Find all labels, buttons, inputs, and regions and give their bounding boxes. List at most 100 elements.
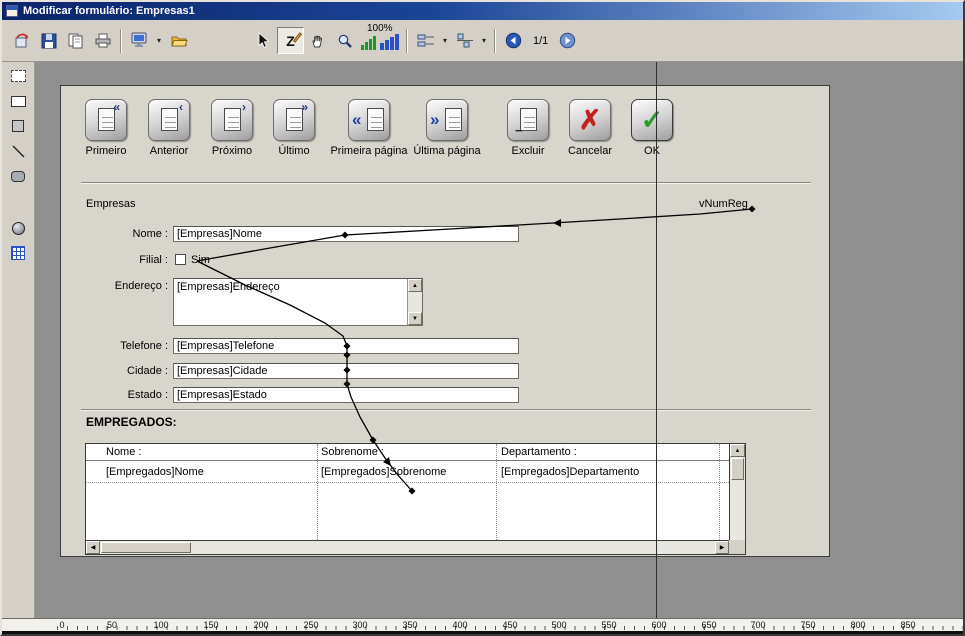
form-page[interactable]: « Primeiro ‹ Anterior › Próximo » Último…	[60, 85, 830, 557]
magnifier-icon	[337, 33, 353, 49]
distribute-objects-button[interactable]	[451, 27, 478, 54]
empregados-subform-table[interactable]: Nome : Sobrenome : Departamento : [Empre…	[85, 443, 746, 555]
zoom-bars-blue-icon[interactable]	[380, 34, 399, 50]
scroll-down-icon[interactable]: ▼	[408, 312, 422, 325]
print-preview-icon	[67, 32, 85, 49]
form-nav-button-proximo[interactable]: › Próximo	[202, 99, 262, 157]
column-separator	[719, 444, 720, 540]
field-label-endereco: Endereço :	[68, 278, 168, 294]
scroll-left-icon[interactable]: ◀	[86, 541, 100, 554]
horizontal-ruler[interactable]: 0 50 100 150 200 250 300 350 400 450 500…	[0, 618, 965, 631]
ruler-number: 750	[788, 620, 828, 630]
field-label-estado: Estado :	[68, 387, 168, 403]
ellipse-tool[interactable]	[6, 217, 30, 239]
open-button[interactable]	[165, 27, 192, 54]
distribute-objects-icon	[456, 33, 474, 48]
cell-empregados-departamento[interactable]: [Empregados]Departamento	[501, 466, 639, 478]
ruler-number: 700	[738, 620, 778, 630]
ellipse-icon	[12, 222, 25, 235]
previous-page-button[interactable]	[500, 27, 527, 54]
titlebar[interactable]: Modificar formulário: Empresas1	[2, 2, 963, 20]
ruler-number: 450	[490, 620, 530, 630]
window-title: Modificar formulário: Empresas1	[23, 5, 195, 17]
ruler-number: 0	[42, 620, 82, 630]
z-order-tool-button[interactable]: Z	[277, 27, 304, 54]
field-input-telefone[interactable]: [Empresas]Telefone	[173, 338, 519, 354]
line-icon	[11, 144, 26, 159]
design-canvas[interactable]: « Primeiro ‹ Anterior › Próximo » Último…	[35, 62, 965, 618]
align-objects-button[interactable]	[412, 27, 439, 54]
ruler-number: 400	[440, 620, 480, 630]
subform-title: EMPREGADOS:	[86, 415, 177, 429]
scroll-right-icon[interactable]: ▶	[715, 541, 729, 554]
square-tool[interactable]	[6, 115, 30, 137]
rectangle-tool[interactable]	[6, 90, 30, 112]
save-button[interactable]	[35, 27, 62, 54]
align-objects-dropdown[interactable]: ▾	[439, 27, 451, 54]
field-input-nome[interactable]: [Empresas]Nome	[173, 226, 519, 242]
hand-tool-button[interactable]	[304, 27, 331, 54]
open-folder-icon	[170, 33, 188, 49]
distribute-objects-dropdown[interactable]: ▾	[478, 27, 490, 54]
grid-tool[interactable]	[6, 242, 30, 264]
first-page-icon: «	[348, 99, 390, 141]
form-nav-button-cancelar[interactable]: ✗ Cancelar	[560, 99, 620, 157]
display-mode-button[interactable]	[126, 27, 153, 54]
toolbar-gap	[192, 40, 250, 41]
form-nav-button-excluir[interactable]: − Excluir	[498, 99, 558, 157]
table-horizontal-scrollbar[interactable]: ◀ ▶	[86, 540, 729, 554]
form-nav-button-ultimo[interactable]: » Último	[264, 99, 324, 157]
cell-empregados-sobrenome[interactable]: [Empregados]Sobrenome	[321, 466, 446, 478]
table-vertical-scrollbar[interactable]: ▲ ▼	[729, 444, 745, 554]
separator-line	[81, 409, 811, 411]
revert-button[interactable]	[8, 27, 35, 54]
textarea-scrollbar[interactable]: ▲ ▼	[407, 279, 422, 325]
section-label-empresas: Empresas	[86, 198, 136, 210]
field-textarea-endereco[interactable]: [Empresas]Endereço ▲ ▼	[173, 278, 423, 326]
cell-empregados-nome[interactable]: [Empregados]Nome	[106, 466, 204, 478]
hscroll-thumb[interactable]	[101, 542, 191, 553]
form-nav-button-primeiro[interactable]: « Primeiro	[76, 99, 136, 157]
field-label-telefone: Telefone :	[68, 338, 168, 354]
column-separator	[317, 444, 318, 540]
filial-checkbox[interactable]	[175, 254, 186, 265]
toolbar-separator	[120, 29, 122, 53]
ruler-number: 300	[340, 620, 380, 630]
form-nav-button-anterior[interactable]: ‹ Anterior	[139, 99, 199, 157]
pointer-icon	[256, 32, 271, 49]
page-boundary-guide[interactable]	[656, 62, 657, 618]
scroll-up-icon[interactable]: ▲	[730, 444, 745, 457]
next-page-button[interactable]	[554, 27, 581, 54]
text-area-icon	[11, 70, 26, 82]
scrollbar-corner	[729, 540, 745, 554]
vscroll-thumb[interactable]	[731, 458, 744, 480]
previous-page-icon	[505, 32, 522, 49]
column-header-nome[interactable]: Nome :	[106, 446, 141, 458]
line-tool[interactable]	[6, 140, 30, 162]
grid-icon	[11, 246, 25, 260]
form-nav-button-primeira-pagina[interactable]: « Primeira página	[329, 99, 409, 157]
main-toolbar: ▾ Z 100%	[2, 20, 963, 62]
magnifier-tool-button[interactable]	[331, 27, 358, 54]
form-nav-button-ultima-pagina[interactable]: » Última página	[407, 99, 487, 157]
pointer-tool-button[interactable]	[250, 27, 277, 54]
form-nav-button-ok[interactable]: ✓ OK	[622, 99, 682, 157]
ruler-number: 150	[191, 620, 231, 630]
print-preview-button[interactable]	[62, 27, 89, 54]
delete-record-icon: −	[507, 99, 549, 141]
zoom-bars-green-icon[interactable]	[361, 36, 376, 50]
field-input-estado[interactable]: [Empresas]Estado	[173, 387, 519, 403]
cancel-x-icon: ✗	[569, 99, 611, 141]
column-header-departamento[interactable]: Departamento :	[501, 446, 577, 458]
ruler-number: 500	[539, 620, 579, 630]
print-button[interactable]	[89, 27, 116, 54]
scroll-up-icon[interactable]: ▲	[408, 279, 422, 292]
display-mode-dropdown[interactable]: ▾	[153, 27, 165, 54]
table-body[interactable]: Nome : Sobrenome : Departamento : [Empre…	[86, 444, 729, 540]
rounded-rectangle-tool[interactable]	[6, 165, 30, 187]
column-header-sobrenome[interactable]: Sobrenome :	[321, 446, 384, 458]
field-input-cidade[interactable]: [Empresas]Cidade	[173, 363, 519, 379]
zoom-control: 100%	[361, 23, 399, 59]
text-area-tool[interactable]	[6, 65, 30, 87]
toolbar-separator	[494, 29, 496, 53]
